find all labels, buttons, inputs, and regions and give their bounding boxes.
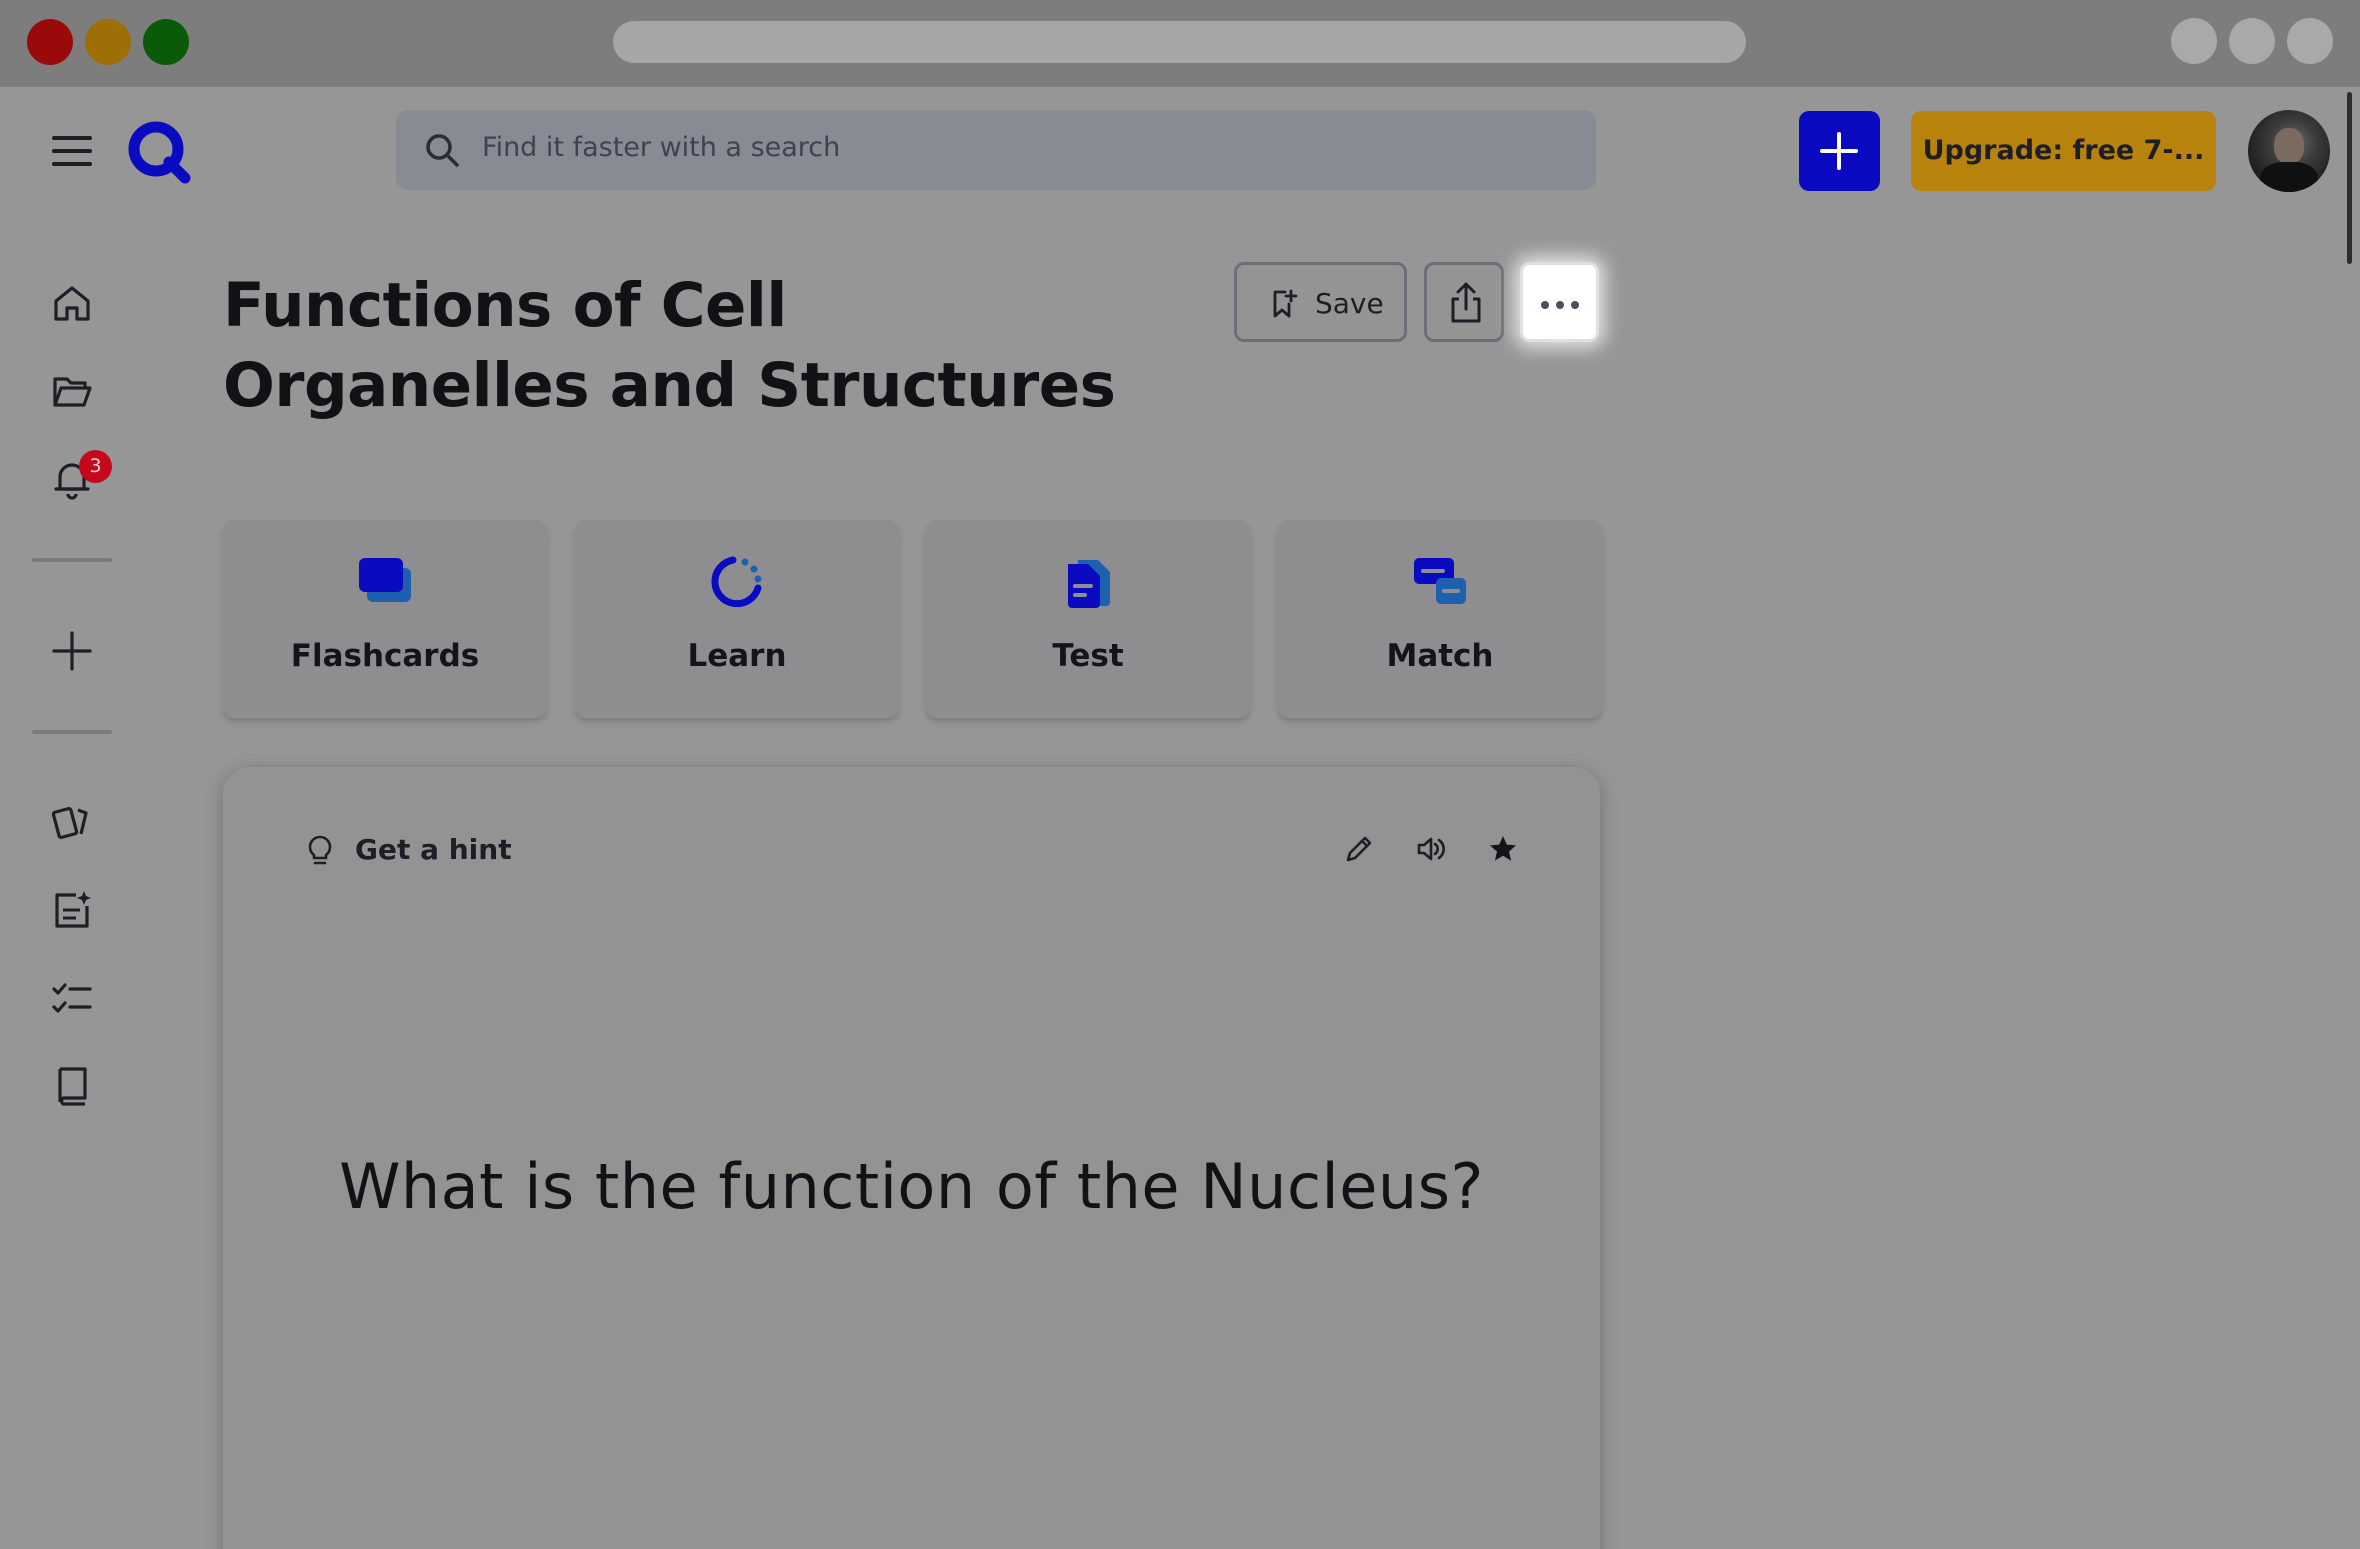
- mode-learn-button[interactable]: Learn: [575, 520, 899, 718]
- quizlet-logo-icon[interactable]: [125, 118, 193, 186]
- hint-label: Get a hint: [355, 833, 512, 866]
- search-bar[interactable]: Find it faster with a search: [396, 110, 1596, 190]
- upgrade-button[interactable]: Upgrade: free 7-...: [1911, 111, 2216, 191]
- mode-match-button[interactable]: Match: [1278, 520, 1602, 718]
- audio-button[interactable]: [1409, 827, 1453, 871]
- home-icon[interactable]: [50, 281, 94, 325]
- edit-card-button[interactable]: [1337, 827, 1381, 871]
- sidebar-divider: [32, 558, 112, 562]
- page-title: Functions of Cell Organelles and Structu…: [223, 270, 1116, 421]
- save-label: Save: [1315, 287, 1384, 320]
- lightbulb-icon: [308, 835, 332, 865]
- window-maximize-button[interactable]: [143, 19, 189, 65]
- create-button[interactable]: [1799, 111, 1880, 191]
- match-icon: [1414, 558, 1466, 604]
- more-dots-icon: [1541, 301, 1549, 309]
- mode-label: Learn: [687, 638, 787, 674]
- window-close-button[interactable]: [27, 19, 73, 65]
- mode-label: Test: [1052, 638, 1124, 674]
- mode-test-button[interactable]: Test: [926, 520, 1250, 718]
- flashcards-icon: [359, 558, 411, 602]
- practice-test-icon[interactable]: [50, 976, 94, 1020]
- notification-count-badge: 3: [79, 450, 112, 483]
- mode-label: Match: [1386, 638, 1494, 674]
- search-icon: [426, 134, 459, 167]
- study-guide-icon[interactable]: [50, 888, 94, 932]
- star-icon: [1490, 836, 1516, 861]
- add-icon[interactable]: [50, 629, 94, 673]
- share-icon: [1451, 282, 1481, 323]
- app-window: Find it faster with a search Upgrade: fr…: [0, 0, 2360, 1549]
- browser-extension-icon[interactable]: [2171, 18, 2217, 64]
- avatar[interactable]: [2248, 110, 2330, 192]
- pencil-icon: [1346, 836, 1372, 862]
- browser-chrome: [0, 0, 2360, 87]
- folder-icon[interactable]: [50, 369, 94, 413]
- plus-icon: [1820, 132, 1858, 170]
- save-button[interactable]: Save: [1234, 262, 1407, 342]
- window-minimize-button[interactable]: [85, 19, 131, 65]
- sidebar-divider: [32, 730, 112, 734]
- browser-menu-icon[interactable]: [2287, 18, 2333, 64]
- textbook-icon[interactable]: [50, 1064, 94, 1108]
- learn-icon: [711, 556, 762, 608]
- browser-extension-icon[interactable]: [2229, 18, 2275, 64]
- flashcard[interactable]: Get a hint What is the function of the N…: [223, 767, 1600, 1549]
- search-input[interactable]: Find it faster with a search: [482, 132, 840, 163]
- hamburger-menu-icon[interactable]: [45, 128, 99, 174]
- bookmark-plus-icon: [1273, 289, 1298, 318]
- address-bar[interactable]: [613, 21, 1746, 63]
- speaker-icon: [1417, 837, 1445, 861]
- test-icon: [1068, 560, 1110, 608]
- more-options-button[interactable]: [1520, 262, 1599, 342]
- mode-label: Flashcards: [290, 638, 480, 674]
- flashcard-term: What is the function of the Nucleus?: [339, 1150, 1484, 1223]
- star-button[interactable]: [1481, 827, 1525, 871]
- mode-flashcards-button[interactable]: Flashcards: [223, 520, 547, 718]
- share-button[interactable]: [1424, 262, 1504, 342]
- flashcards-nav-icon[interactable]: [50, 800, 94, 844]
- scrollbar[interactable]: [2347, 92, 2352, 264]
